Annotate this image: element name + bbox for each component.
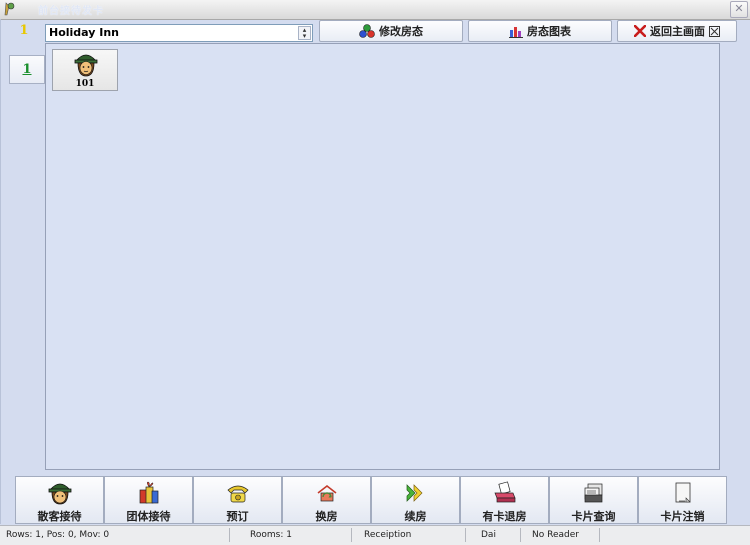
- window-title: 前台接待发卡: [38, 6, 104, 17]
- status-module: Receiption: [360, 528, 466, 542]
- card-cancel-label: 卡片注销: [660, 510, 705, 523]
- exit-box-icon: [709, 25, 720, 37]
- card-cancel-button[interactable]: 卡片注销: [638, 476, 727, 524]
- card-query-label: 卡片查询: [571, 510, 616, 523]
- action-bar: 散客接待 团体接待 预订 换房 续房 有卡退房 卡片查询 卡片注销: [15, 476, 731, 524]
- hotel-select-value: Holiday Inn: [49, 26, 120, 39]
- return-main-button[interactable]: 返回主画面: [617, 20, 737, 42]
- extend-label: 续房: [404, 510, 427, 523]
- return-main-label: 返回主画面: [650, 25, 705, 38]
- checkout-card-label: 有卡退房: [482, 510, 527, 523]
- select-arrow-icon[interactable]: ▴ ▾: [298, 26, 311, 40]
- checkout-card-button[interactable]: 有卡退房: [460, 476, 549, 524]
- reserve-label: 预订: [226, 510, 249, 523]
- room-grid-panel: 101: [45, 43, 720, 470]
- three-circles-icon: [359, 24, 375, 38]
- telephone-icon: [227, 485, 249, 503]
- reserve-button[interactable]: 预订: [193, 476, 282, 524]
- walkin-label: 散客接待: [37, 510, 82, 523]
- status-rooms: Rooms: 1: [246, 528, 352, 542]
- change-room-button[interactable]: 换房: [282, 476, 371, 524]
- blank-card-icon: [675, 482, 691, 503]
- room-number: 101: [75, 79, 95, 89]
- modify-status-button[interactable]: 修改房态: [319, 20, 463, 42]
- change-room-icon: [317, 484, 337, 502]
- group-gift-icon: [139, 481, 159, 504]
- close-button[interactable]: ✕: [730, 1, 748, 18]
- status-empty-cell: [600, 528, 745, 542]
- red-x-icon: [634, 25, 646, 37]
- group-label: 团体接待: [126, 510, 171, 523]
- bar-chart-icon: [509, 26, 523, 38]
- title-bar: 前台接待发卡 ✕: [0, 0, 750, 20]
- double-arrow-icon: [406, 484, 423, 502]
- app-key-icon: [4, 2, 15, 16]
- group-button[interactable]: 团体接待: [104, 476, 193, 524]
- guest-avatar-icon: [48, 483, 72, 505]
- extend-button[interactable]: 续房: [371, 476, 460, 524]
- status-bar: Rows: 1, Pos: 0, Mov: 0 Rooms: 1 Receipt…: [0, 525, 750, 545]
- guest-avatar-icon: [74, 54, 98, 77]
- room-tile-101[interactable]: 101: [52, 49, 118, 91]
- hotel-select[interactable]: Holiday Inn ▴ ▾: [45, 24, 313, 42]
- card-stack-icon: [584, 483, 603, 503]
- floor-marker: 1: [19, 23, 29, 38]
- status-user: Dai: [477, 528, 521, 542]
- change-room-label: 换房: [315, 510, 338, 523]
- status-chart-label: 房态图表: [527, 25, 571, 38]
- card-reader-icon: [494, 481, 516, 503]
- walkin-button[interactable]: 散客接待: [15, 476, 104, 524]
- status-reader: No Reader: [528, 528, 600, 542]
- modify-status-label: 修改房态: [379, 25, 423, 38]
- status-position: Rows: 1, Pos: 0, Mov: 0: [2, 528, 230, 542]
- floor-button-1[interactable]: 1: [9, 55, 45, 84]
- card-query-button[interactable]: 卡片查询: [549, 476, 638, 524]
- status-chart-button[interactable]: 房态图表: [468, 20, 612, 42]
